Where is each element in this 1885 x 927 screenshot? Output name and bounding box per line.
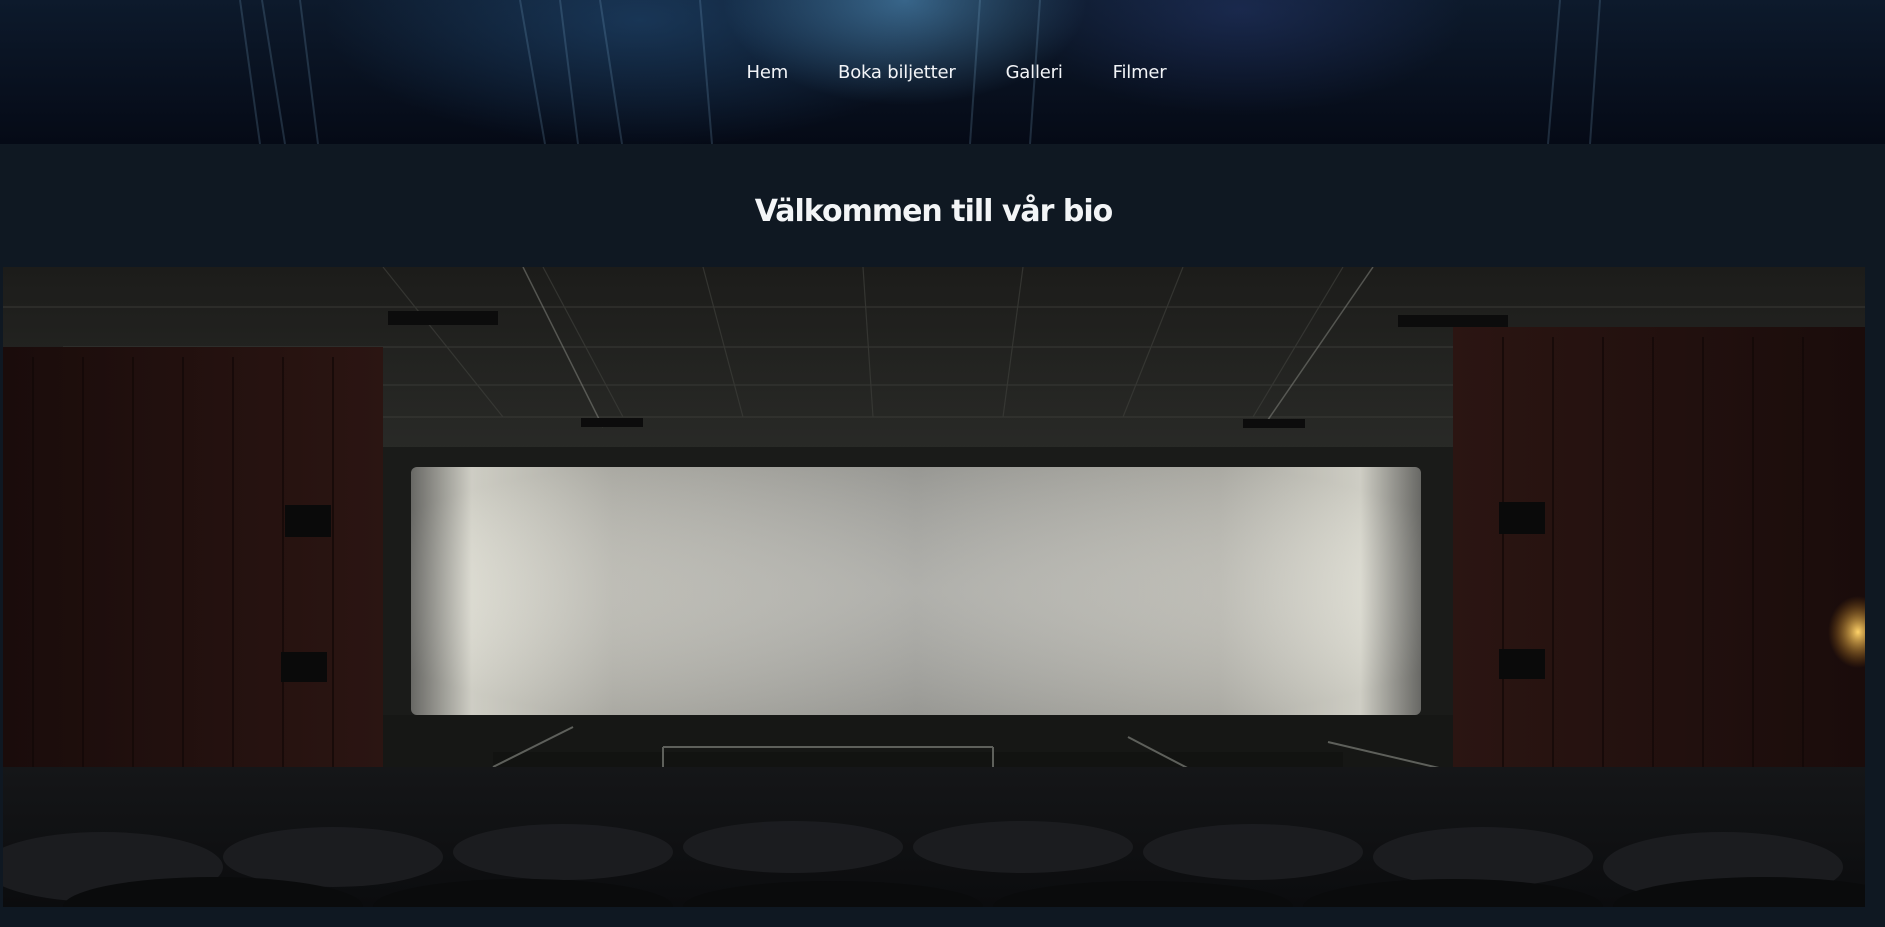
cinema-hall-image [3,267,1865,907]
nav-link-boka-biljetter[interactable]: Boka biljetter [838,62,956,83]
page-title: Välkommen till vår bio [754,194,1114,229]
nav-link-galleri[interactable]: Galleri [1006,62,1063,83]
site-header: Hem Boka biljetter Galleri Filmer [0,0,1885,144]
main-nav: Hem Boka biljetter Galleri Filmer [0,0,1885,144]
nav-link-hem[interactable]: Hem [747,62,789,83]
nav-link-filmer[interactable]: Filmer [1113,62,1167,83]
